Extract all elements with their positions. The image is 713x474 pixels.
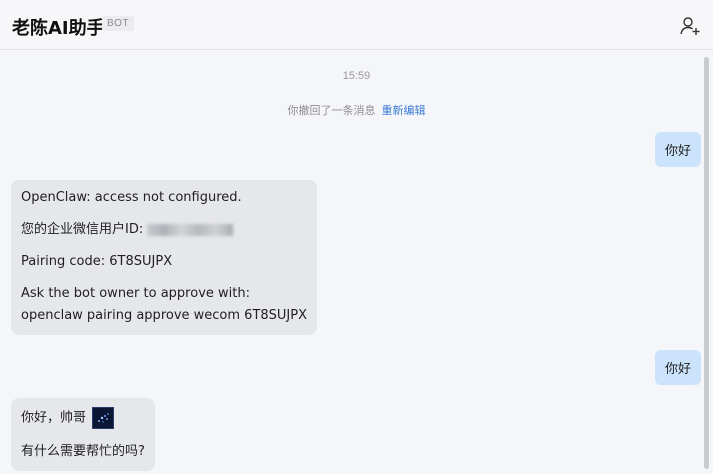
message-timestamp: 15:59 bbox=[342, 70, 371, 82]
recall-text: 你撤回了一条消息 bbox=[287, 105, 376, 117]
message-text: 你好 bbox=[664, 362, 691, 377]
message-line: Ask the bot owner to approve with: bbox=[21, 286, 250, 301]
message-line: 有什么需要帮忙的吗? bbox=[21, 444, 145, 459]
outgoing-message[interactable]: 你好 bbox=[654, 350, 701, 385]
sparkle-sticker-icon bbox=[92, 407, 115, 429]
message-line: openclaw pairing approve wecom 6T8SUJPX bbox=[21, 308, 308, 323]
message-line: OpenClaw: access not configured. bbox=[21, 190, 242, 205]
user-id-label: 您的企业微信用户ID: bbox=[21, 222, 144, 237]
chat-header: 老陈AI助手 BOT bbox=[0, 0, 713, 50]
recall-notice: 你撤回了一条消息 重新编辑 bbox=[0, 102, 713, 118]
add-user-icon[interactable] bbox=[679, 15, 701, 37]
scrollbar[interactable] bbox=[704, 57, 709, 469]
re-edit-link[interactable]: 重新编辑 bbox=[382, 105, 426, 117]
message-line: Pairing code: 6T8SUJPX bbox=[21, 254, 173, 269]
incoming-message[interactable]: OpenClaw: access not configured. 您的企业微信用… bbox=[11, 180, 318, 335]
message-text: 你好 bbox=[664, 144, 691, 159]
incoming-message[interactable]: 你好，帅哥 有什么需要帮忙的吗? bbox=[11, 398, 155, 471]
bot-badge: BOT bbox=[102, 16, 135, 31]
chat-title: 老陈AI助手 bbox=[12, 18, 105, 39]
greeting-text: 你好，帅哥 bbox=[21, 410, 87, 426]
outgoing-message[interactable]: 你好 bbox=[654, 132, 701, 167]
message-line-user-id: 您的企业微信用户ID: bbox=[21, 221, 307, 239]
redacted-user-id bbox=[147, 223, 234, 236]
message-list[interactable]: 15:59 你撤回了一条消息 重新编辑 你好 OpenClaw: access n… bbox=[0, 51, 713, 474]
message-line-greeting: 你好，帅哥 bbox=[21, 407, 145, 429]
